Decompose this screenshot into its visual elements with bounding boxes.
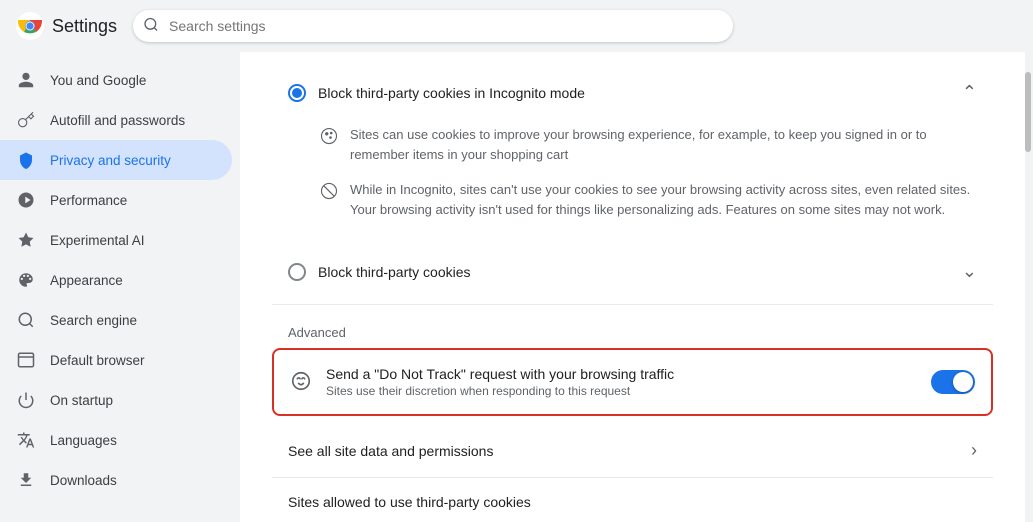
sidebar-item-label: On startup bbox=[50, 393, 113, 408]
sidebar-item-on-startup[interactable]: On startup bbox=[0, 380, 232, 420]
block-incognito-expanded: Sites can use cookies to improve your br… bbox=[272, 117, 993, 239]
search-input[interactable] bbox=[133, 10, 733, 42]
expanded-item-text: Sites can use cookies to improve your br… bbox=[350, 125, 977, 164]
expanded-item-cookie: Sites can use cookies to improve your br… bbox=[320, 117, 977, 172]
block-all-card: Block third-party cookies ⌄ bbox=[272, 247, 993, 296]
speed-icon bbox=[16, 190, 36, 210]
scrollbar-thumb[interactable] bbox=[1025, 72, 1031, 152]
dnt-row[interactable]: Send a "Do Not Track" request with your … bbox=[272, 348, 993, 416]
block-incognito-header[interactable]: Block third-party cookies in Incognito m… bbox=[272, 68, 993, 117]
power-icon bbox=[16, 390, 36, 410]
site-data-label: See all site data and permissions bbox=[288, 443, 959, 459]
sidebar-item-label: You and Google bbox=[50, 73, 146, 88]
dnt-subtitle: Sites use their discretion when respondi… bbox=[326, 384, 919, 398]
dnt-title: Send a "Do Not Track" request with your … bbox=[326, 366, 919, 382]
person-icon bbox=[16, 70, 36, 90]
dnt-icon bbox=[290, 370, 314, 394]
sidebar-item-label: Default browser bbox=[50, 353, 145, 368]
expanded-item-block: While in Incognito, sites can't use your… bbox=[320, 172, 977, 227]
sidebar-item-label: Languages bbox=[50, 433, 117, 448]
sidebar-item-label: Experimental AI bbox=[50, 233, 145, 248]
sites-allowed-label: Sites allowed to use third-party cookies bbox=[288, 494, 531, 510]
search-engine-icon bbox=[16, 310, 36, 330]
sidebar-item-experimental-ai[interactable]: Experimental AI bbox=[0, 220, 232, 260]
chevron-down-icon: ⌄ bbox=[962, 261, 977, 282]
block-all-label: Block third-party cookies bbox=[318, 264, 950, 280]
search-icon bbox=[143, 17, 159, 36]
sidebar-item-label: Appearance bbox=[50, 273, 123, 288]
search-bar bbox=[133, 10, 733, 42]
expanded-item-text: While in Incognito, sites can't use your… bbox=[350, 180, 977, 219]
sidebar-item-performance[interactable]: Performance bbox=[0, 180, 232, 220]
chrome-logo-icon bbox=[16, 12, 44, 40]
site-data-row[interactable]: See all site data and permissions › bbox=[272, 424, 993, 478]
advanced-section-title: Advanced bbox=[272, 313, 993, 348]
download-icon bbox=[16, 470, 36, 490]
sidebar-item-default-browser[interactable]: Default browser bbox=[0, 340, 232, 380]
sidebar-item-label: Privacy and security bbox=[50, 153, 171, 168]
sidebar-item-appearance[interactable]: Appearance bbox=[0, 260, 232, 300]
browser-icon bbox=[16, 350, 36, 370]
header: Settings bbox=[0, 0, 1033, 52]
content-area: Block third-party cookies in Incognito m… bbox=[240, 52, 1025, 522]
translate-icon bbox=[16, 430, 36, 450]
sidebar-item-privacy[interactable]: Privacy and security bbox=[0, 140, 232, 180]
sidebar-item-label: Performance bbox=[50, 193, 127, 208]
star-icon bbox=[16, 230, 36, 250]
dnt-text: Send a "Do Not Track" request with your … bbox=[326, 366, 919, 398]
sidebar-item-downloads[interactable]: Downloads bbox=[0, 460, 232, 500]
shield-icon bbox=[16, 150, 36, 170]
main-area: You and Google Autofill and passwords Pr… bbox=[0, 52, 1033, 522]
block-icon bbox=[320, 182, 338, 200]
section-divider bbox=[272, 304, 993, 305]
sidebar-item-languages[interactable]: Languages bbox=[0, 420, 232, 460]
sidebar-item-label: Search engine bbox=[50, 313, 137, 328]
block-incognito-label: Block third-party cookies in Incognito m… bbox=[318, 85, 950, 101]
app-logo: Settings bbox=[16, 12, 117, 40]
app-title: Settings bbox=[52, 16, 117, 37]
cookie-icon bbox=[320, 127, 338, 145]
sidebar-item-label: Downloads bbox=[50, 473, 117, 488]
sidebar: You and Google Autofill and passwords Pr… bbox=[0, 52, 240, 522]
sidebar-item-autofill[interactable]: Autofill and passwords bbox=[0, 100, 232, 140]
sidebar-item-you-and-google[interactable]: You and Google bbox=[0, 60, 232, 100]
radio-incognito[interactable] bbox=[288, 84, 306, 102]
key-icon bbox=[16, 110, 36, 130]
palette-icon bbox=[16, 270, 36, 290]
sites-allowed-row[interactable]: Sites allowed to use third-party cookies bbox=[272, 478, 993, 522]
block-all-header[interactable]: Block third-party cookies ⌄ bbox=[272, 247, 993, 296]
sidebar-item-search-engine[interactable]: Search engine bbox=[0, 300, 232, 340]
radio-block-all[interactable] bbox=[288, 263, 306, 281]
chevron-up-icon: ⌃ bbox=[962, 82, 977, 103]
sidebar-item-label: Autofill and passwords bbox=[50, 113, 185, 128]
right-scrollbar bbox=[1025, 52, 1033, 522]
dnt-toggle[interactable] bbox=[931, 370, 975, 394]
chevron-right-icon: › bbox=[971, 440, 977, 461]
block-incognito-card: Block third-party cookies in Incognito m… bbox=[272, 68, 993, 239]
